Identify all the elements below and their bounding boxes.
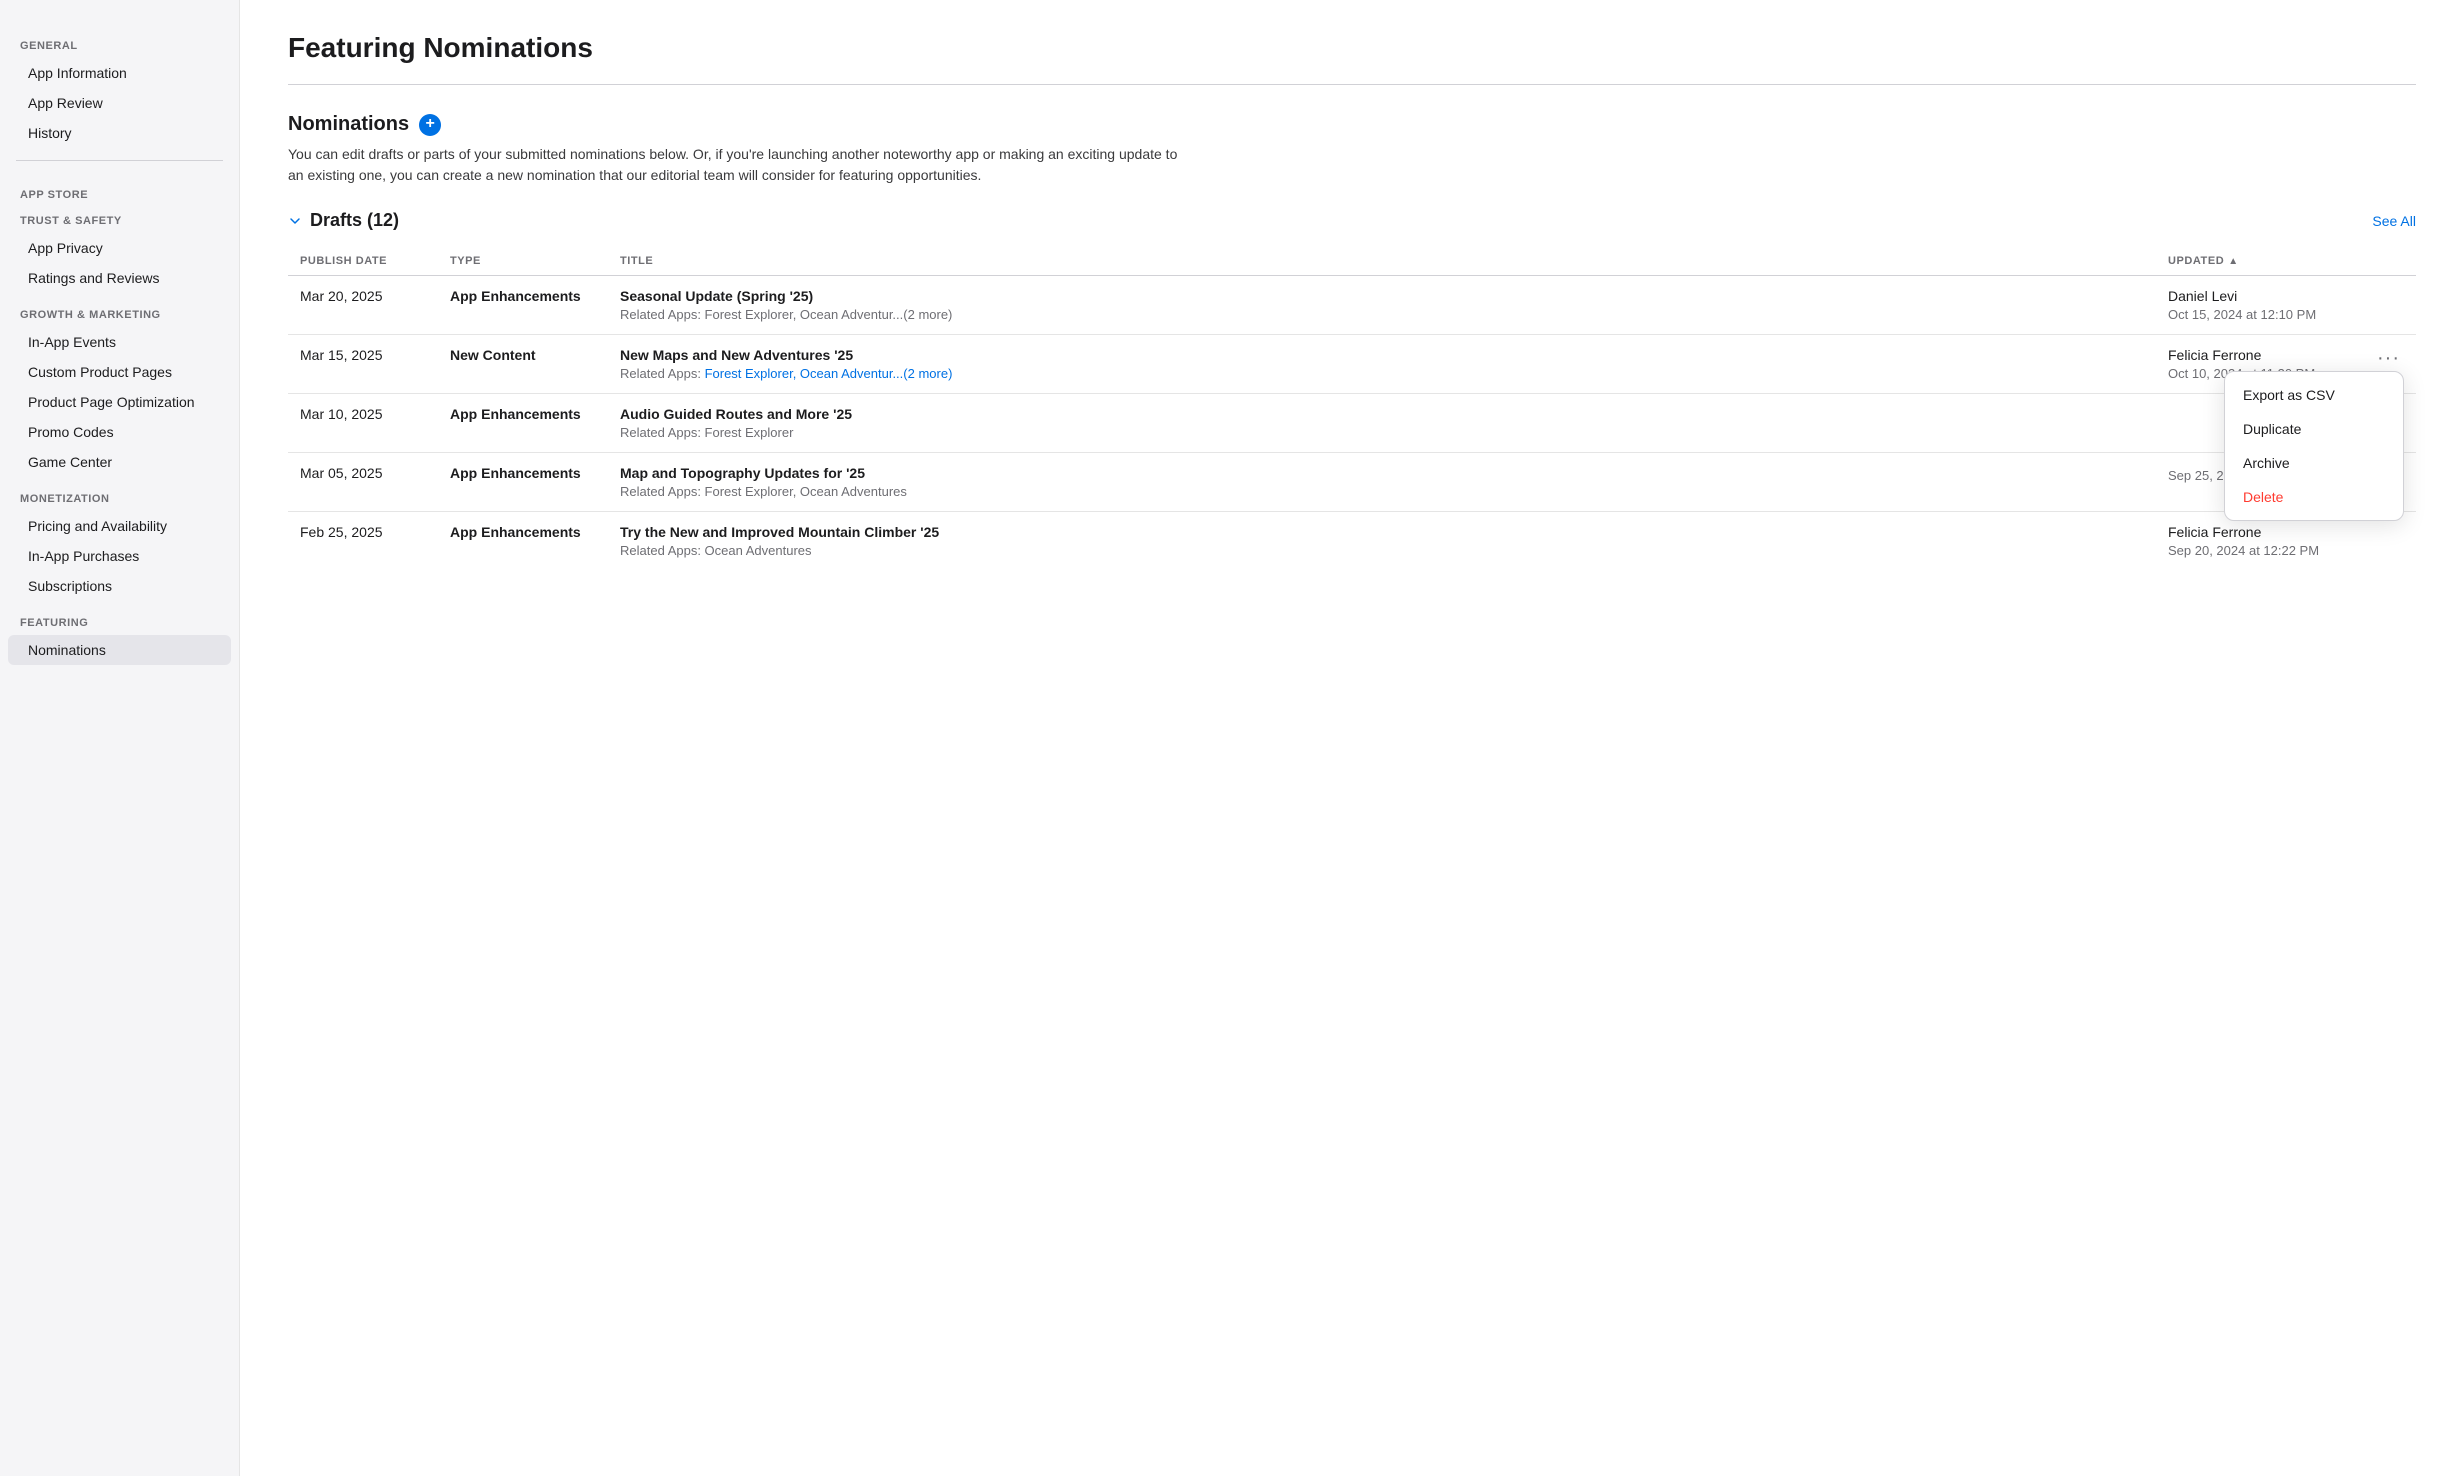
app-layout: General App Information App Review Histo… <box>0 0 2464 1476</box>
sidebar-item-subscriptions[interactable]: Subscriptions <box>8 571 231 601</box>
nominations-title-text: Nominations <box>288 113 409 136</box>
cell-updated: Felicia FerroneOct 10, 2024 at 11:30 PM·… <box>2156 335 2416 394</box>
cell-publish-date: Feb 25, 2025 <box>288 512 438 571</box>
nominations-section-header: Nominations + <box>288 113 2416 136</box>
nominations-section-title: Nominations + <box>288 113 441 136</box>
cell-title: Try the New and Improved Mountain Climbe… <box>608 512 2156 571</box>
cell-updated-by: Felicia Ferrone <box>2168 524 2404 540</box>
sidebar-item-in-app-purchases[interactable]: In-App Purchases <box>8 541 231 571</box>
drafts-title: Drafts (12) <box>288 210 399 231</box>
cell-updated-at: Sep 20, 2024 at 12:22 PM <box>2168 543 2404 558</box>
cell-related-apps: Related Apps: Forest Explorer <box>620 425 2144 440</box>
sidebar-item-app-privacy[interactable]: App Privacy <box>8 233 231 263</box>
add-nomination-button[interactable]: + <box>419 114 441 136</box>
cell-type: New Content <box>438 335 608 394</box>
sidebar-item-pricing-availability[interactable]: Pricing and Availability <box>8 511 231 541</box>
cell-type-text: App Enhancements <box>450 465 596 481</box>
dropdown-item-export-csv[interactable]: Export as CSV <box>2225 378 2403 412</box>
add-icon: + <box>425 116 434 132</box>
col-header-updated[interactable]: UPDATED ▲ <box>2156 247 2416 276</box>
cell-type-text: New Content <box>450 347 596 363</box>
see-all-link[interactable]: See All <box>2372 213 2416 229</box>
sort-arrow-icon: ▲ <box>2228 256 2238 267</box>
sidebar-item-app-review[interactable]: App Review <box>8 88 231 118</box>
table-row: Feb 25, 2025 App Enhancements Try the New … <box>288 512 2416 571</box>
drafts-collapse-icon[interactable] <box>288 214 302 228</box>
cell-related-apps: Related Apps: Forest Explorer, Ocean Adv… <box>620 307 2144 322</box>
cell-title-text: Audio Guided Routes and More '25 <box>620 406 2144 422</box>
cell-title: New Maps and New Adventures '25 Related A… <box>608 335 2156 394</box>
cell-updated-by: Daniel Levi <box>2168 288 2404 304</box>
sidebar-general-header: General <box>0 24 239 58</box>
cell-type-text: App Enhancements <box>450 406 596 422</box>
main-content: Featuring Nominations Nominations + You … <box>240 0 2464 1476</box>
cell-related-apps: Related Apps: Forest Explorer, Ocean Adv… <box>620 366 2144 381</box>
table-row: Mar 20, 2025 App Enhancements Seasonal Upd… <box>288 276 2416 335</box>
updated-col-label: UPDATED <box>2168 255 2224 267</box>
sidebar-item-in-app-events[interactable]: In-App Events <box>8 327 231 357</box>
cell-title-text: Try the New and Improved Mountain Climbe… <box>620 524 2144 540</box>
cell-type: App Enhancements <box>438 512 608 571</box>
dropdown-item-delete[interactable]: Delete <box>2225 480 2403 514</box>
sidebar-item-app-information[interactable]: App Information <box>8 58 231 88</box>
cell-title-text: New Maps and New Adventures '25 <box>620 347 2144 363</box>
sidebar-item-ratings-reviews[interactable]: Ratings and Reviews <box>8 263 231 293</box>
dropdown-item-archive[interactable]: Archive <box>2225 446 2403 480</box>
cell-updated: Daniel Levi Oct 15, 2024 at 12:10 PM <box>2156 276 2416 335</box>
sidebar-item-history[interactable]: History <box>8 118 231 148</box>
sidebar: General App Information App Review Histo… <box>0 0 240 1476</box>
drafts-count-label: Drafts (12) <box>310 210 399 231</box>
cell-type-text: App Enhancements <box>450 288 596 304</box>
sidebar-item-nominations[interactable]: Nominations <box>8 635 231 665</box>
dropdown-item-duplicate[interactable]: Duplicate <box>2225 412 2403 446</box>
sidebar-monetization-header: MONETIZATION <box>0 477 239 511</box>
cell-title: Audio Guided Routes and More '25 Related … <box>608 394 2156 453</box>
sidebar-item-game-center[interactable]: Game Center <box>8 447 231 477</box>
col-header-publish-date: PUBLISH DATE <box>288 247 438 276</box>
cell-related-apps: Related Apps: Ocean Adventures <box>620 543 2144 558</box>
table-row: Mar 15, 2025 New Content New Maps and New … <box>288 335 2416 394</box>
cell-publish-date: Mar 15, 2025 <box>288 335 438 394</box>
cell-publish-date: Mar 10, 2025 <box>288 394 438 453</box>
row-actions: Felicia FerroneOct 10, 2024 at 11:30 PM·… <box>2168 347 2404 381</box>
cell-type-text: App Enhancements <box>450 524 596 540</box>
sidebar-item-product-page-optimization[interactable]: Product Page Optimization <box>8 387 231 417</box>
cell-publish-date: Mar 20, 2025 <box>288 276 438 335</box>
cell-updated-by: Felicia Ferrone <box>2168 347 2315 363</box>
cell-type: App Enhancements <box>438 394 608 453</box>
page-title: Featuring Nominations <box>288 32 2416 64</box>
drafts-header: Drafts (12) See All <box>288 210 2416 231</box>
sidebar-app-store-header: App Store <box>0 173 239 207</box>
col-header-type: TYPE <box>438 247 608 276</box>
page-title-divider <box>288 84 2416 85</box>
row-dropdown-menu: Export as CSVDuplicateArchiveDelete <box>2224 371 2404 521</box>
sidebar-divider-1 <box>16 160 223 161</box>
col-header-title: TITLE <box>608 247 2156 276</box>
cell-title: Map and Topography Updates for '25 Relate… <box>608 453 2156 512</box>
sidebar-trust-safety-header: TRUST & SAFETY <box>0 207 239 233</box>
related-apps-link[interactable]: Forest Explorer, Ocean Adventur...(2 mor… <box>705 366 953 381</box>
cell-title: Seasonal Update (Spring '25) Related Apps… <box>608 276 2156 335</box>
nominations-description: You can edit drafts or parts of your sub… <box>288 144 1188 186</box>
cell-title-text: Map and Topography Updates for '25 <box>620 465 2144 481</box>
cell-related-apps: Related Apps: Forest Explorer, Ocean Adv… <box>620 484 2144 499</box>
cell-type: App Enhancements <box>438 276 608 335</box>
table-row: Mar 05, 2025 App Enhancements Map and Topo… <box>288 453 2416 512</box>
cell-updated-at: Oct 15, 2024 at 12:10 PM <box>2168 307 2404 322</box>
cell-publish-date: Mar 05, 2025 <box>288 453 438 512</box>
table-row: Mar 10, 2025 App Enhancements Audio Guided… <box>288 394 2416 453</box>
cell-type: App Enhancements <box>438 453 608 512</box>
sidebar-featuring-header: FEATURING <box>0 601 239 635</box>
sidebar-growth-marketing-header: GROWTH & MARKETING <box>0 293 239 327</box>
row-menu-button[interactable]: ··· <box>2373 347 2404 370</box>
sidebar-item-promo-codes[interactable]: Promo Codes <box>8 417 231 447</box>
nominations-table: PUBLISH DATE TYPE TITLE UPDATED ▲ Mar 20… <box>288 247 2416 570</box>
sidebar-item-custom-product-pages[interactable]: Custom Product Pages <box>8 357 231 387</box>
table-header-row: PUBLISH DATE TYPE TITLE UPDATED ▲ <box>288 247 2416 276</box>
cell-title-text: Seasonal Update (Spring '25) <box>620 288 2144 304</box>
